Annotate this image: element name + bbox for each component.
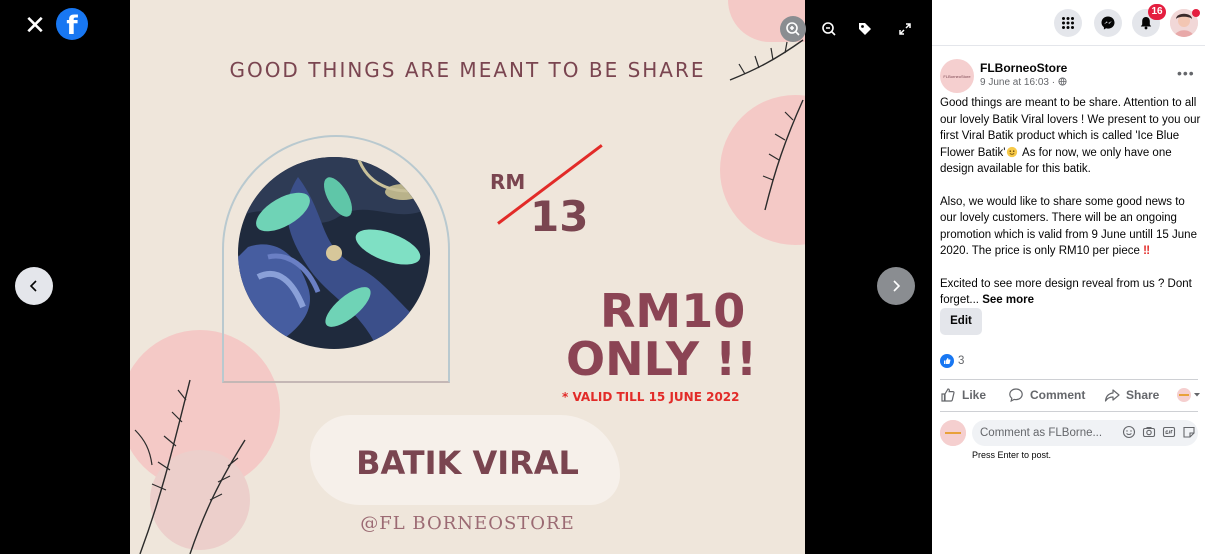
post-paragraph-1: Good things are meant to be share. Atten… xyxy=(940,95,1202,178)
sticker-icon[interactable] xyxy=(1182,425,1196,439)
post-sidebar: 16 FLBorneoStore FLBorneoStore 9 June at… xyxy=(932,0,1205,554)
meta-separator: · xyxy=(1048,77,1058,88)
old-price-currency: RM xyxy=(490,170,526,194)
menu-button[interactable] xyxy=(1054,9,1082,37)
post-timestamp[interactable]: 9 June at 16:03 xyxy=(980,77,1049,88)
post-actions: Like Comment Share xyxy=(940,381,1202,409)
page-avatar-text: FLBorneoStore xyxy=(943,73,971,79)
previous-photo-button[interactable] xyxy=(15,267,53,305)
next-photo-button[interactable] xyxy=(877,267,915,305)
post-paragraph-3: Excited to see more design reveal from u… xyxy=(940,276,1202,309)
top-navigation-bar: 16 xyxy=(932,0,1205,46)
globe-icon xyxy=(1058,77,1067,86)
poster-heading: GOOD THINGS ARE MEANT TO BE SHARE xyxy=(229,58,706,82)
comment-tools xyxy=(1122,425,1196,439)
batik-fabric-image xyxy=(238,157,430,349)
comment-label: Comment xyxy=(1030,388,1086,402)
divider-bottom xyxy=(940,411,1198,412)
share-icon xyxy=(1104,389,1120,402)
comment-icon xyxy=(1009,388,1023,403)
post-header: FLBorneoStore FLBorneoStore 9 June at 16… xyxy=(932,59,1205,95)
edit-button[interactable]: Edit xyxy=(940,308,982,335)
reaction-summary[interactable]: 3 xyxy=(940,354,964,368)
post-paragraph-2: Also, we would like to share some good n… xyxy=(940,194,1202,260)
avatar-status-dot xyxy=(1192,9,1200,17)
gif-icon[interactable] xyxy=(1162,425,1176,439)
facebook-logo-icon[interactable]: f xyxy=(56,8,88,40)
post-options-button[interactable]: ••• xyxy=(1177,65,1195,81)
tag-icon xyxy=(859,23,871,35)
post-as-selector[interactable] xyxy=(1176,387,1202,403)
commenter-avatar xyxy=(940,420,966,446)
see-more-link[interactable]: See more xyxy=(982,294,1034,306)
branch-decoration-bottom-left xyxy=(134,379,246,554)
page-avatar-icon xyxy=(940,420,966,446)
thumbs-up-icon xyxy=(941,388,955,402)
camera-icon[interactable] xyxy=(1142,425,1156,439)
only-text: ONLY !! xyxy=(566,332,758,386)
divider-top xyxy=(940,379,1198,380)
validity-note: * VALID TILL 15 JUNE 2022 xyxy=(562,390,740,404)
expand-icon xyxy=(899,23,911,35)
press-enter-hint: Press Enter to post. xyxy=(972,450,1052,460)
fullscreen-button[interactable] xyxy=(892,16,918,42)
grid-menu-icon xyxy=(1062,17,1074,29)
post-paragraph-2-text: Also, we would like to share some good n… xyxy=(940,195,1197,258)
post-image: GOOD THINGS ARE MEANT TO BE SHARE RM 13 … xyxy=(130,0,805,554)
messenger-button[interactable] xyxy=(1094,9,1122,37)
post-text: Good things are meant to be share. Atten… xyxy=(940,95,1202,325)
post-paragraph-3-text: Excited to see more design reveal from u… xyxy=(940,277,1192,307)
post-meta: 9 June at 16:03 · xyxy=(980,77,1067,88)
smiling-emoji-icon xyxy=(1007,146,1018,157)
share-label: Share xyxy=(1126,388,1160,402)
reaction-count: 3 xyxy=(958,355,965,367)
share-button[interactable]: Share xyxy=(1104,387,1176,403)
notification-count-badge: 16 xyxy=(1148,4,1166,20)
zoom-in-button[interactable] xyxy=(780,16,806,42)
like-reaction-icon xyxy=(940,354,954,368)
page-name-link[interactable]: FLBorneoStore xyxy=(980,61,1067,75)
old-price-value: 13 xyxy=(530,192,589,241)
screen: ✕ f GOOD THINGS ARE MEANT TO BE SHARE RM… xyxy=(0,0,1205,554)
page-avatar[interactable]: FLBorneoStore xyxy=(940,59,974,93)
tag-photo-button[interactable] xyxy=(852,16,878,42)
emoji-icon[interactable] xyxy=(1122,425,1136,439)
photo-viewer: ✕ f GOOD THINGS ARE MEANT TO BE SHARE RM… xyxy=(0,0,932,554)
zoom-out-button[interactable] xyxy=(816,16,842,42)
chevron-left-icon xyxy=(29,280,37,292)
new-price: RM10 xyxy=(600,284,746,338)
comment-composer xyxy=(940,420,1202,446)
like-label: Like xyxy=(962,388,987,402)
zoom-in-icon xyxy=(786,22,800,36)
double-exclamation-icon: ‼ xyxy=(1143,245,1151,257)
zoom-out-icon xyxy=(822,22,836,36)
messenger-icon xyxy=(1101,16,1115,30)
branch-decoration-top-right xyxy=(729,39,804,211)
close-button[interactable]: ✕ xyxy=(20,10,50,40)
page-identity-icon xyxy=(1177,388,1200,402)
chevron-right-icon xyxy=(893,280,901,292)
comment-button[interactable]: Comment xyxy=(1008,387,1104,403)
like-button[interactable]: Like xyxy=(940,387,1008,403)
